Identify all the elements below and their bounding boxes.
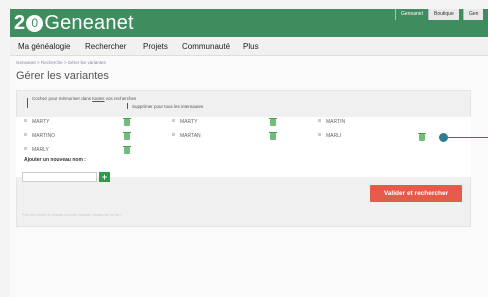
variant-checkbox[interactable] [318, 119, 321, 122]
trash-icon[interactable] [269, 132, 277, 140]
legend-notes: Cochez pour mémoriser dans toutes vos re… [24, 96, 324, 114]
page-title: Gérer les variantes [16, 70, 109, 82]
memo-indicator [27, 98, 28, 108]
variant-item[interactable]: MARTIN [318, 119, 345, 125]
add-name-label: Ajouter un nouveau nom : [24, 157, 86, 163]
validate-search-button[interactable]: Valider et rechercher [370, 185, 462, 202]
trash-icon[interactable] [123, 146, 131, 154]
footnote-text: Pour être averti de chaque nouvelle vari… [22, 213, 122, 217]
page-frame: 2 0 Geneanet Geneanet Boutique Gen Ma géné… [0, 0, 488, 297]
nav-plus[interactable]: Plus [243, 42, 259, 51]
variant-item[interactable]: MARTY [24, 119, 49, 125]
add-name-button[interactable]: + [99, 172, 110, 182]
variant-item[interactable]: MARLY [24, 147, 49, 153]
variant-checkbox[interactable] [24, 133, 27, 136]
geneanet-logo[interactable]: 2 0 Geneanet [14, 12, 134, 35]
delete-note: Supprimer pour tous les internautes [132, 104, 204, 109]
tab-gen[interactable]: Gen [463, 9, 484, 20]
variant-item[interactable]: MARTINO [24, 133, 55, 139]
logo-text: Geneanet [44, 12, 134, 34]
tab-geneanet[interactable]: Geneanet [395, 9, 428, 20]
trash-icon[interactable] [123, 118, 131, 126]
nav-communaute[interactable]: Communauté [182, 42, 230, 51]
callout-line [447, 137, 488, 138]
trash-icon[interactable] [269, 118, 277, 126]
variant-checkbox[interactable] [172, 133, 175, 136]
nav-ma-genealogie[interactable]: Ma généalogie [18, 42, 70, 51]
nav-rechercher[interactable]: Rechercher [85, 42, 126, 51]
variant-item[interactable]: MARTAN [172, 133, 201, 139]
trash-icon[interactable] [123, 132, 131, 140]
tab-boutique[interactable]: Boutique [428, 9, 459, 20]
new-name-input[interactable] [22, 172, 97, 182]
trash-icon[interactable] [418, 133, 426, 141]
variant-checkbox[interactable] [172, 119, 175, 122]
variants-list [16, 117, 471, 177]
variant-checkbox[interactable] [24, 119, 27, 122]
breadcrumb[interactable]: Geneanet > Recherche > Gérer les variant… [16, 60, 106, 65]
variant-checkbox[interactable] [318, 133, 321, 136]
logo-circle: 0 [26, 15, 44, 32]
logo-prefix: 2 [14, 12, 26, 34]
delete-indicator [127, 103, 128, 109]
variant-item[interactable]: MARLI [318, 133, 341, 139]
nav-projets[interactable]: Projets [143, 42, 168, 51]
variant-item[interactable]: MARTY [172, 119, 197, 125]
variant-checkbox[interactable] [24, 147, 27, 150]
memo-link[interactable]: toutes [92, 96, 104, 101]
memo-note: Cochez pour mémoriser dans toutes vos re… [32, 96, 137, 101]
